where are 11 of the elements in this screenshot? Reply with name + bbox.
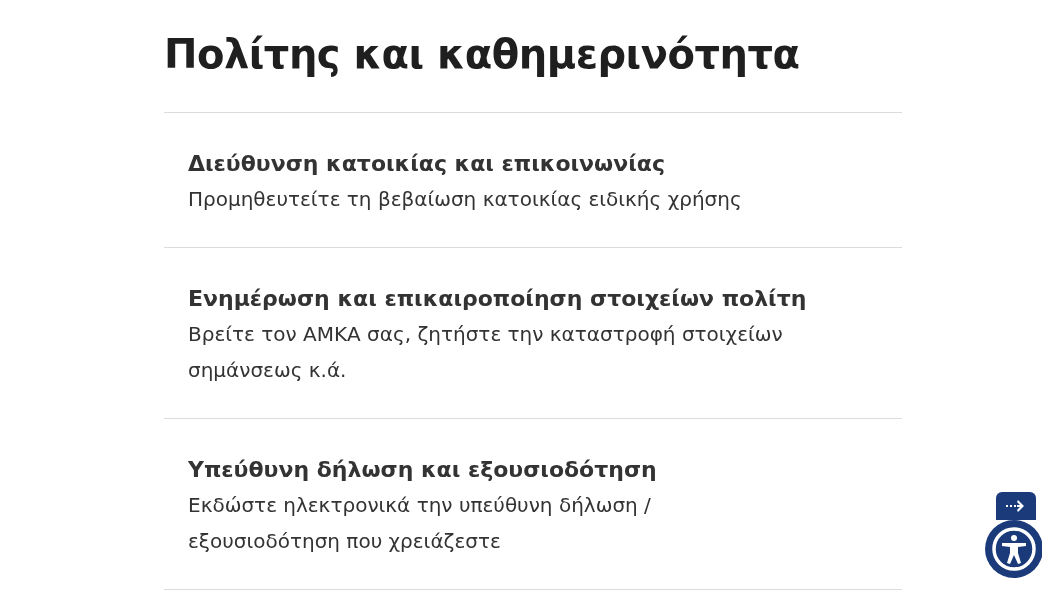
service-link[interactable]: Διεύθυνση κατοικίας και επικοινωνίας <box>188 147 886 181</box>
service-link[interactable]: Ενημέρωση και επικαιροποίηση στοιχείων πολίτη <box>188 282 886 316</box>
page-title: Πολίτης και καθημερινότητα <box>164 30 801 79</box>
skip-tab-button[interactable] <box>996 492 1036 520</box>
arrow-icon <box>1005 499 1027 513</box>
accessibility-icon <box>991 526 1037 572</box>
service-description: Εκδώστε ηλεκτρονικά την υπεύθυνη δήλωση / εξουσιοδότηση που χρειάζεστε <box>188 492 652 555</box>
service-description: Προμηθευτείτε τη βεβαίωση κατοικίας ειδικής χρήσης <box>188 186 743 213</box>
service-description: Βρείτε τον ΑΜΚΑ σας, ζητήστε την καταστροφή στοιχείων σημάνσεως κ.ά. <box>188 321 784 384</box>
accessibility-button[interactable] <box>985 520 1042 578</box>
service-link[interactable]: Υπεύθυνη δήλωση και εξουσιοδότηση <box>188 453 886 487</box>
